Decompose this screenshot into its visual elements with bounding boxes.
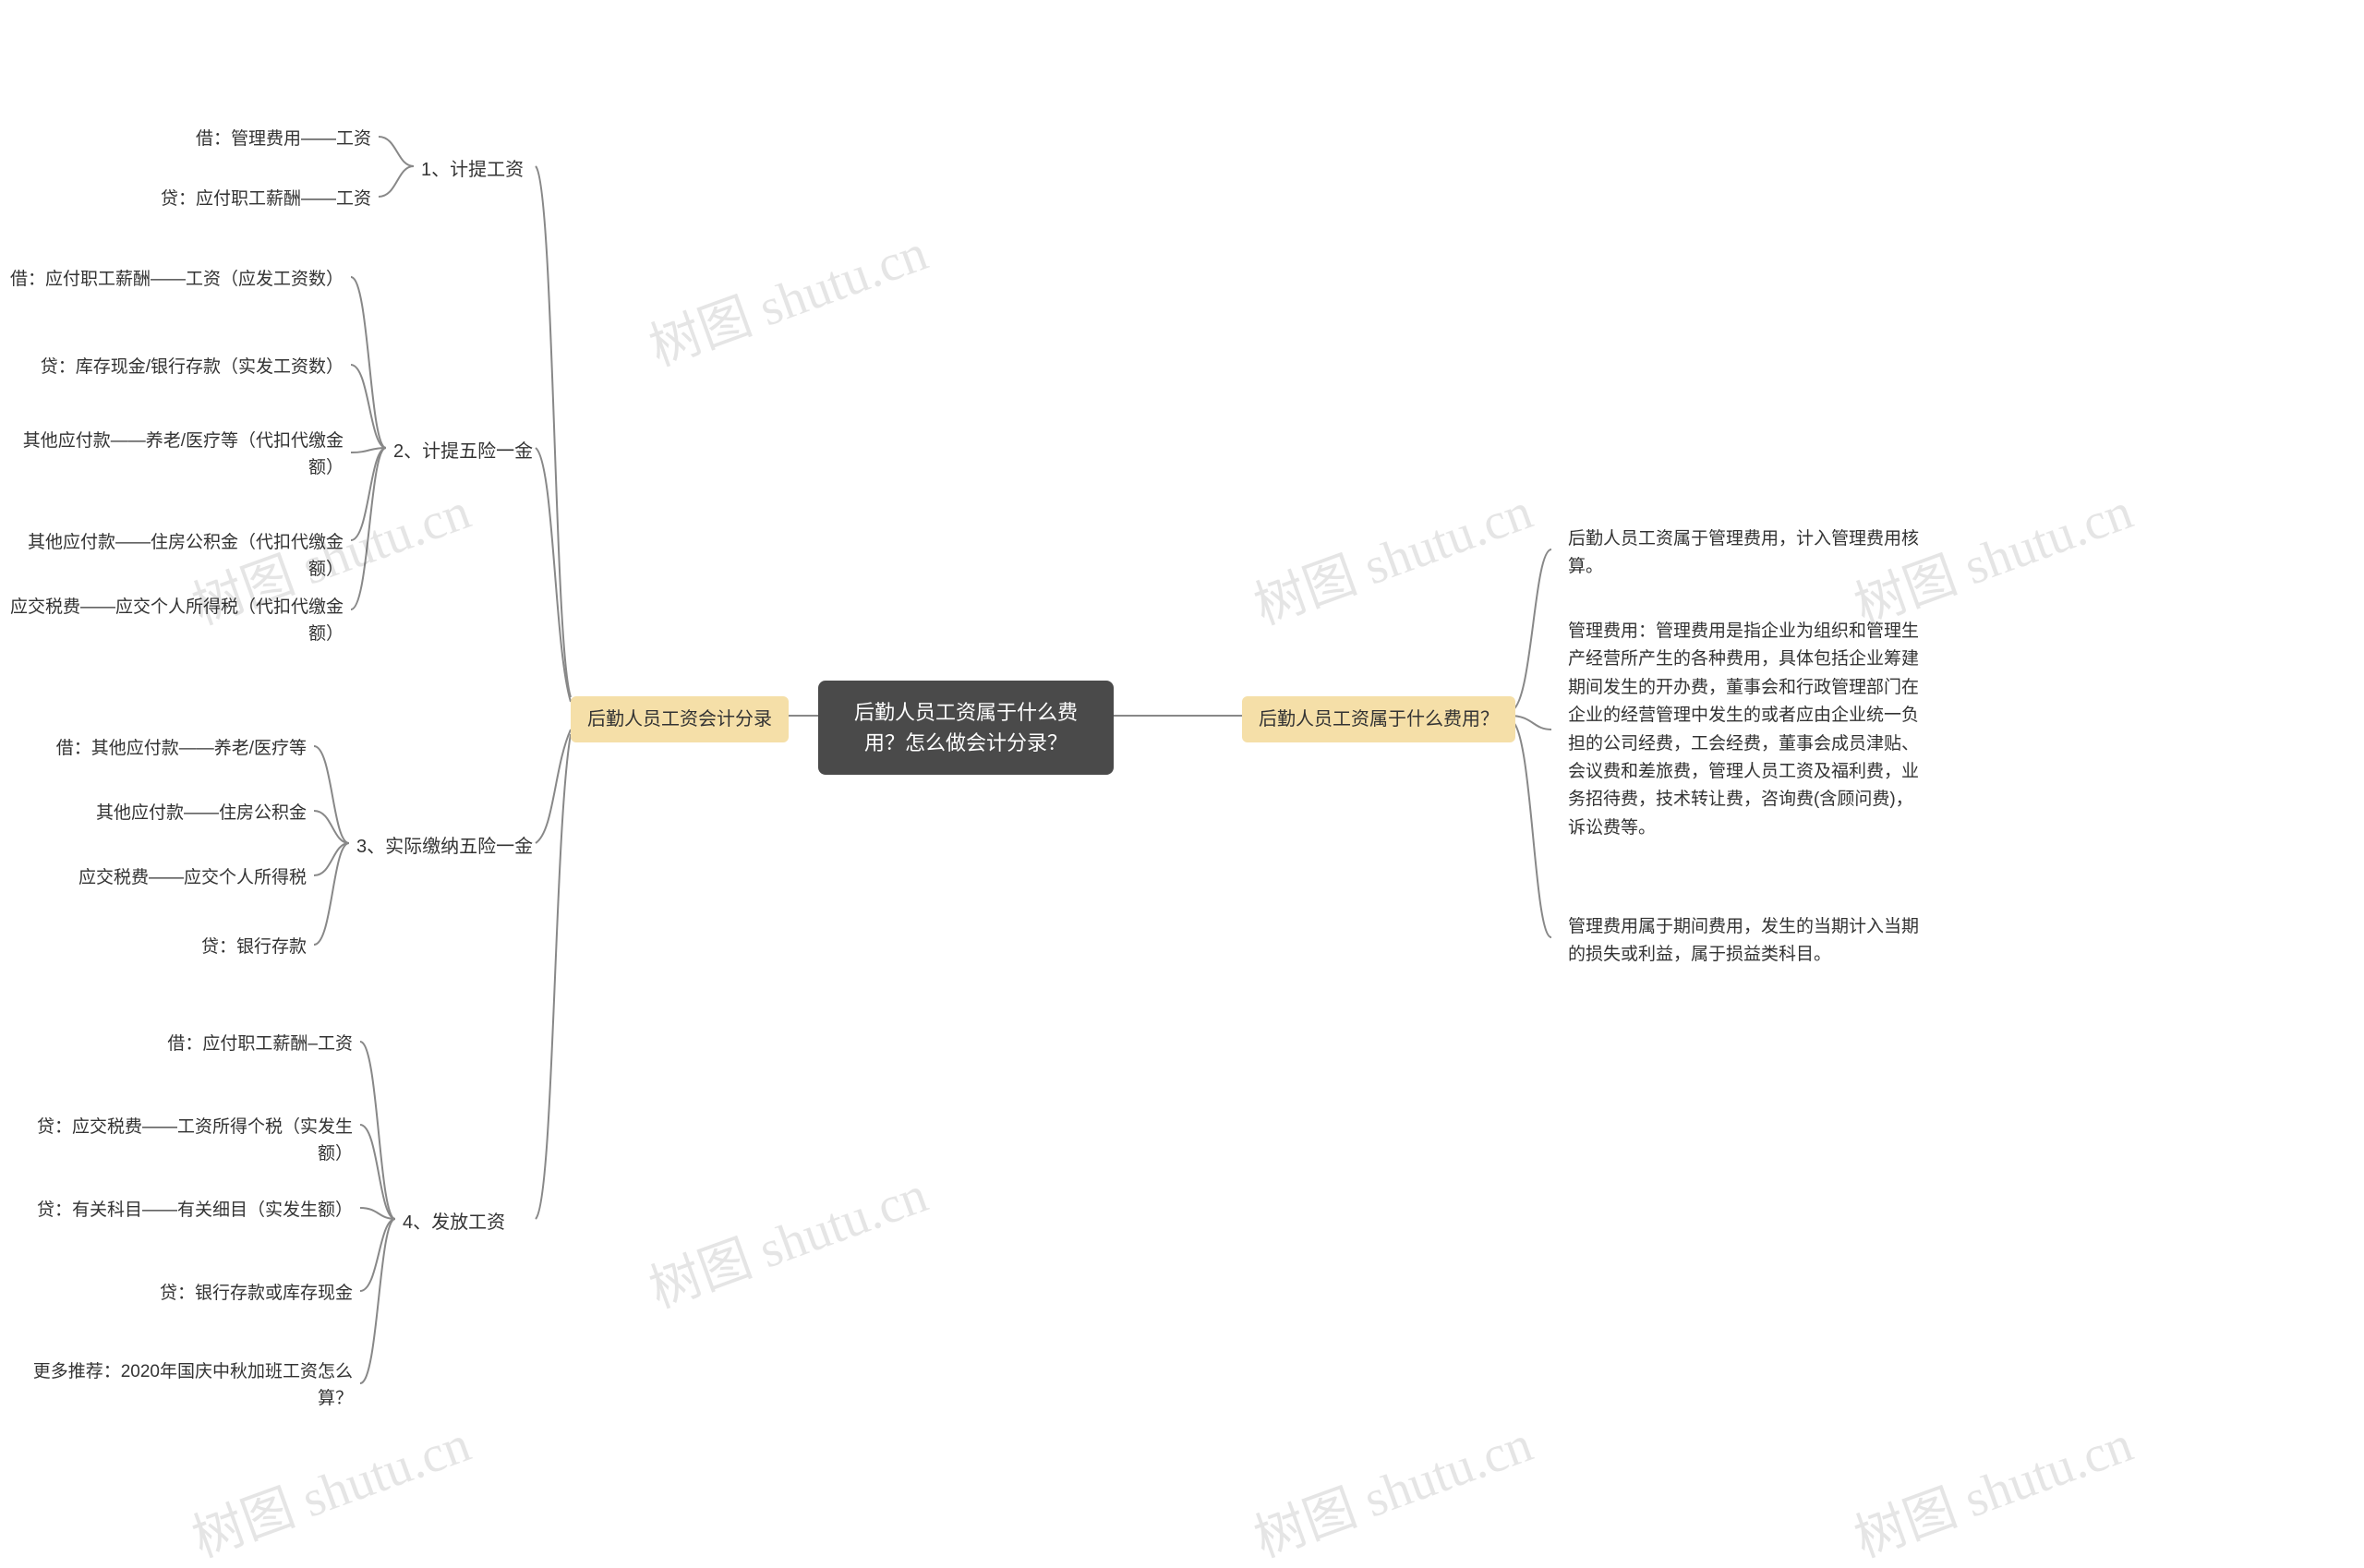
leaf-text: 借：管理费用——工资 [196, 129, 371, 149]
leaf-g2-1: 贷：库存现金/银行存款（实发工资数） [0, 351, 351, 385]
left-group-1-label: 1、计提工资 [421, 160, 524, 180]
leaf-g2-4: 应交税费——应交个人所得税（代扣代缴金额） [0, 591, 351, 651]
right-category-label: 后勤人员工资属于什么费用？ [1259, 709, 1499, 730]
right-leaf-0: 后勤人员工资属于管理费用，计入管理费用核算。 [1561, 522, 1930, 585]
left-group-4-label: 4、发放工资 [403, 1212, 505, 1233]
right-leaf-2: 管理费用属于期间费用，发生的当期计入当期的损失或利益，属于损益类科目。 [1561, 910, 1930, 973]
watermark: 树图 shutu.cn [638, 1153, 936, 1323]
leaf-text: 其他应付款——养老/医疗等（代扣代缴金额） [23, 431, 344, 477]
leaf-g2-3: 其他应付款——住房公积金（代扣代缴金额） [0, 526, 351, 586]
leaf-text: 其他应付款——住房公积金 [96, 803, 307, 823]
watermark: 树图 shutu.cn [1243, 1403, 1541, 1568]
leaf-g4-2: 贷：有关科目——有关细目（实发生额） [9, 1194, 360, 1228]
leaf-text: 应交税费——应交个人所得税（代扣代缴金额） [10, 597, 344, 644]
leaf-g4-1: 贷：应交税费——工资所得个税（实发生额） [9, 1111, 360, 1171]
leaf-text: 贷：库存现金/银行存款（实发工资数） [41, 357, 344, 377]
leaf-g4-0: 借：应付职工薪酬–工资 [9, 1028, 360, 1062]
leaf-g2-0: 借：应付职工薪酬——工资（应发工资数） [0, 263, 351, 297]
leaf-text: 贷：银行存款 [201, 937, 307, 957]
leaf-text: 应交税费——应交个人所得税 [78, 868, 307, 887]
left-group-2-label: 2、计提五险一金 [393, 441, 533, 462]
leaf-g3-2: 应交税费——应交个人所得税 [0, 862, 314, 896]
leaf-text: 更多推荐：2020年国庆中秋加班工资怎么算？ [33, 1362, 353, 1408]
leaf-text: 贷：应付职工薪酬——工资 [161, 189, 371, 209]
root-node[interactable]: 后勤人员工资属于什么费用？怎么做会计分录？ [818, 681, 1114, 775]
leaf-text: 借：其他应付款——养老/医疗等 [56, 739, 307, 758]
leaf-g4-3: 贷：银行存款或库存现金 [9, 1277, 360, 1311]
leaf-text: 后勤人员工资属于管理费用，计入管理费用核算。 [1568, 529, 1919, 576]
left-group-3[interactable]: 3、实际缴纳五险一金 [349, 829, 540, 864]
connector-lines [0, 0, 2364, 1568]
watermark: 树图 shutu.cn [638, 211, 936, 381]
right-leaf-1: 管理费用：管理费用是指企业为组织和管理生产经营所产生的各种费用，具体包括企业筹建… [1561, 614, 1930, 846]
leaf-text: 贷：应交税费——工资所得个税（实发生额） [37, 1117, 353, 1164]
left-group-4[interactable]: 4、发放工资 [395, 1205, 513, 1240]
leaf-g4-4: 更多推荐：2020年国庆中秋加班工资怎么算？ [9, 1356, 360, 1416]
left-group-1[interactable]: 1、计提工资 [414, 152, 531, 187]
leaf-g3-3: 贷：银行存款 [0, 931, 314, 965]
left-group-3-label: 3、实际缴纳五险一金 [356, 837, 533, 857]
root-title: 后勤人员工资属于什么费用？怎么做会计分录？ [854, 701, 1078, 754]
watermark: 树图 shutu.cn [1843, 1403, 2141, 1568]
leaf-g3-1: 其他应付款——住房公积金 [0, 797, 314, 831]
watermark: 树图 shutu.cn [181, 1403, 479, 1568]
leaf-text: 管理费用：管理费用是指企业为组织和管理生产经营所产生的各种费用，具体包括企业筹建… [1568, 621, 1919, 838]
leaf-g1-1: 贷：应付职工薪酬——工资 [28, 183, 379, 217]
leaf-g1-0: 借：管理费用——工资 [28, 123, 379, 157]
left-group-2[interactable]: 2、计提五险一金 [386, 434, 540, 469]
left-category-label: 后勤人员工资会计分录 [587, 709, 772, 730]
leaf-g2-2: 其他应付款——养老/医疗等（代扣代缴金额） [0, 425, 351, 485]
leaf-text: 其他应付款——住房公积金（代扣代缴金额） [28, 533, 344, 579]
leaf-text: 借：应付职工薪酬——工资（应发工资数） [10, 270, 344, 289]
right-category[interactable]: 后勤人员工资属于什么费用？ [1242, 696, 1515, 742]
leaf-text: 借：应付职工薪酬–工资 [167, 1034, 353, 1054]
leaf-text: 贷：银行存款或库存现金 [160, 1284, 353, 1303]
left-category[interactable]: 后勤人员工资会计分录 [571, 696, 789, 742]
watermark: 树图 shutu.cn [1243, 470, 1541, 640]
leaf-text: 管理费用属于期间费用，发生的当期计入当期的损失或利益，属于损益类科目。 [1568, 917, 1919, 964]
leaf-text: 贷：有关科目——有关细目（实发生额） [37, 1200, 353, 1220]
leaf-g3-0: 借：其他应付款——养老/医疗等 [0, 732, 314, 766]
